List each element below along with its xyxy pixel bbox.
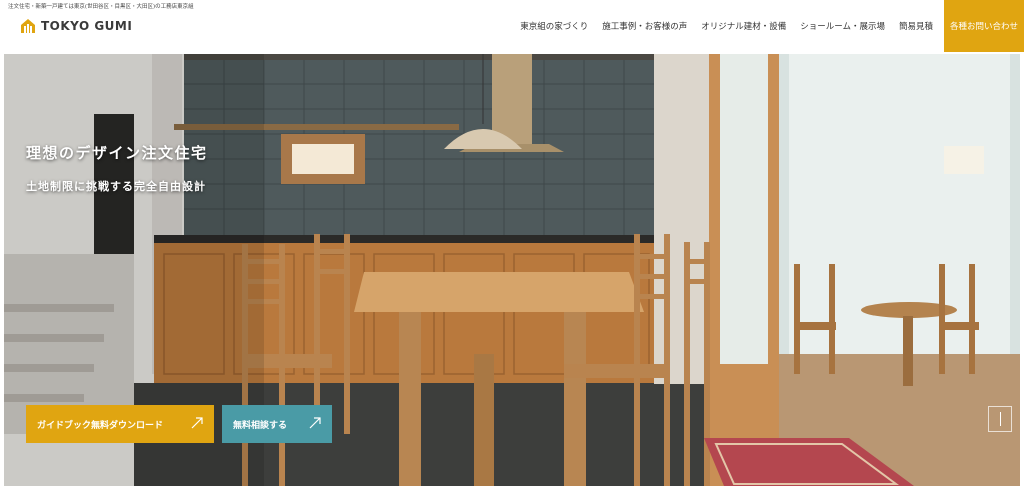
hero-title: 理想のデザイン注文住宅	[26, 144, 208, 162]
guidebook-download-button[interactable]: ガイドブック無料ダウンロード	[26, 405, 214, 443]
nav-item-estimate[interactable]: 簡易見積	[892, 20, 940, 32]
guidebook-download-label: ガイドブック無料ダウンロード	[37, 420, 164, 431]
free-consultation-button[interactable]: 無料相談する	[222, 405, 332, 443]
diagonal-arrow-icon	[309, 417, 321, 429]
nav-item-house-building[interactable]: 東京組の家づくり	[513, 20, 595, 32]
main-nav: 東京組の家づくり 施工事例・お客様の声 オリジナル建材・設備 ショールーム・展示…	[513, 0, 1024, 52]
site-logo[interactable]: TOKYO GUMI	[20, 18, 132, 34]
diagonal-arrow-icon	[191, 417, 203, 429]
nav-item-materials[interactable]: オリジナル建材・設備	[694, 20, 793, 32]
house-logo-icon	[21, 19, 35, 33]
hero-section: 理想のデザイン注文住宅 土地制限に挑戦する完全自由設計 ガイドブック無料ダウンロ…	[4, 54, 1020, 486]
scroll-indicator-icon[interactable]	[988, 406, 1012, 432]
free-consultation-label: 無料相談する	[233, 420, 288, 431]
nav-item-case-studies[interactable]: 施工事例・お客様の声	[595, 20, 694, 32]
hero-subtitle: 土地制限に挑戦する完全自由設計	[26, 180, 206, 193]
logo-text: TOKYO GUMI	[41, 19, 133, 33]
nav-item-showroom[interactable]: ショールーム・展示場	[793, 20, 892, 32]
contact-button[interactable]: 各種お問い合わせ	[944, 0, 1024, 52]
site-tagline: 注文住宅・新築一戸建ては東京(世田谷区・目黒区・大田区)の工務店東京組	[8, 4, 194, 10]
